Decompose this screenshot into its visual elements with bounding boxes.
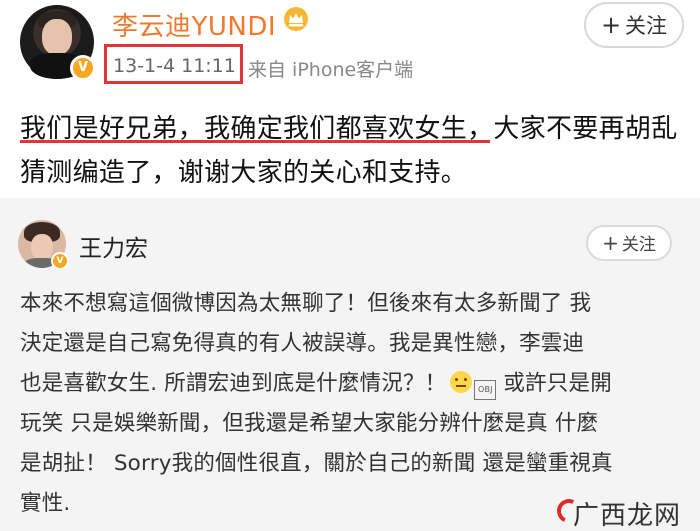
repost-text-line: 決定還是自己寫免得真的有人被誤導。我是異性戀，李雲迪 xyxy=(20,331,585,356)
smile-icon xyxy=(450,371,473,393)
verified-icon: V xyxy=(51,252,69,270)
repost-text-segment: 也是喜歡女生. 所謂宏迪到底是什麼情況？！ xyxy=(20,371,447,396)
avatar-face xyxy=(42,19,72,55)
post-username[interactable]: 李云迪YUNDI xyxy=(112,6,276,43)
repost-text-segment: 或許只是開 xyxy=(496,371,612,396)
post-timestamp[interactable]: 13-1-4 11:11 xyxy=(113,55,236,77)
weibo-post: V 李云迪YUNDI 13-1-4 11:11 来自 iPhone客户端 + 关注… xyxy=(0,0,700,198)
repost-text-line: 玩笑 只是娛樂新聞，但我還是希望大家能分辨什麼是真 什麼 xyxy=(20,411,599,436)
watermark-text: 广西龙网 xyxy=(573,501,682,531)
verified-icon: V xyxy=(70,55,96,81)
repost-username[interactable]: 王力宏 xyxy=(79,229,148,263)
obj-placeholder-icon: OBJ xyxy=(474,380,497,400)
repost-text-line: 本來不想寫這個微博因為太無聊了！但後來有太多新聞了 我 xyxy=(20,291,592,316)
repost-card[interactable]: V 王力宏 + 关注 本來不想寫這個微博因為太無聊了！但後來有太多新聞了 我 決定… xyxy=(0,198,700,531)
avatar-face xyxy=(31,234,53,260)
post-source: 来自 iPhone客户端 xyxy=(248,59,414,81)
plus-icon: + xyxy=(602,231,619,255)
follow-label: 关注 xyxy=(621,235,656,255)
follow-button[interactable]: + 关注 xyxy=(584,2,684,48)
repost-text-line: 是胡扯！ Sorry我的個性很直，關於自己的新聞 還是蠻重視真 xyxy=(20,451,613,476)
highlight-underline xyxy=(20,140,490,143)
repost-text-line: 也是喜歡女生. 所謂宏迪到底是什麼情況？！ OBJ 或許只是開 xyxy=(20,366,690,400)
watermark: 广西龙网 xyxy=(553,493,700,531)
crown-icon xyxy=(284,7,308,31)
plus-icon: + xyxy=(600,11,622,39)
follow-label: 关注 xyxy=(625,14,668,38)
post-text-line: 猜测编造了，谢谢大家的关心和支持。 xyxy=(20,158,468,188)
repost-follow-button[interactable]: + 关注 xyxy=(586,225,672,261)
